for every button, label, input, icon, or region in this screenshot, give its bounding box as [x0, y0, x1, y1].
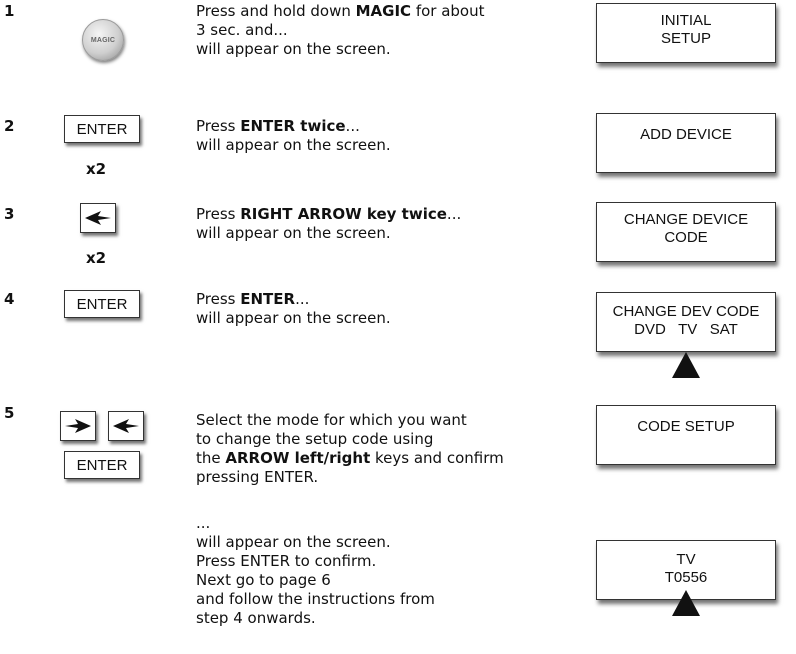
step-2-text-post: ...: [345, 117, 360, 135]
step-4-text-pre: Press: [196, 290, 241, 308]
step-1-text-bold: MAGIC: [355, 2, 412, 20]
enter-key: ENTER: [64, 115, 140, 143]
screen-display-step-1: INITIAL SETUP: [596, 3, 776, 63]
step-1-text-line2: 3 sec. and...: [196, 21, 288, 39]
screen-display-step-4: CHANGE DEV CODE DVD TV SAT: [596, 292, 776, 352]
screen-display-step-2: ADD DEVICE: [596, 113, 776, 173]
right-arrow-key: [108, 411, 144, 441]
continuation-line: Press ENTER to confirm.: [196, 552, 377, 570]
screen-line: INITIAL: [660, 12, 712, 29]
step-4-text-line2: will appear on the screen.: [196, 309, 391, 327]
step-3-text-post: ...: [446, 205, 462, 223]
step-2-text-pre: Press: [196, 117, 241, 135]
step-number-4: 4: [4, 290, 15, 308]
step-1-instruction: Press and hold down MAGIC for about 3 se…: [196, 2, 485, 59]
screen-line: T0556: [664, 569, 708, 586]
magic-button-label: MAGIC: [90, 36, 116, 44]
step-3-text-line2: will appear on the screen.: [196, 224, 391, 242]
step-5-text-post: keys and confirm: [370, 449, 504, 467]
step-4-instruction: Press ENTER... will appear on the screen…: [196, 290, 391, 328]
selection-pointer-icon: [672, 590, 700, 616]
step-1-text-pre: Press and hold down: [196, 2, 356, 20]
step-2-text-line2: will appear on the screen.: [196, 136, 391, 154]
step-5-text-line4: pressing ENTER.: [196, 468, 319, 486]
step-3-text-pre: Press: [196, 205, 241, 223]
step-number-2: 2: [4, 117, 15, 135]
step-2-instruction: Press ENTER twice... will appear on the …: [196, 117, 391, 155]
step-3-text-bold: RIGHT ARROW key twice: [240, 205, 447, 223]
screen-display-step-3: CHANGE DEVICE CODE: [596, 202, 776, 262]
continuation-line: step 4 onwards.: [196, 609, 316, 627]
screen-line: CODE SETUP: [637, 418, 735, 435]
step-1-text-post: for about: [411, 2, 485, 20]
continuation-text: ... will appear on the screen. Press ENT…: [196, 514, 435, 628]
magic-button: MAGIC: [82, 19, 124, 61]
step-4-text-post: ...: [295, 290, 310, 308]
screen-line: TV: [676, 551, 696, 568]
step-5-text-line1: Select the mode for which you want: [196, 411, 467, 429]
screen-line: ADD DEVICE: [640, 126, 732, 143]
screen-line: CODE: [664, 229, 708, 246]
continuation-line: will appear on the screen.: [196, 533, 391, 551]
continuation-line: Next go to page 6: [196, 571, 331, 589]
step-number-3: 3: [4, 205, 15, 223]
step-3-instruction: Press RIGHT ARROW key twice... will appe…: [196, 205, 461, 243]
screen-line: CHANGE DEVICE: [623, 211, 749, 228]
left-arrow-key: [60, 411, 96, 441]
left-arrow-icon: [65, 419, 91, 433]
step-5-text-line2: to change the setup code using: [196, 430, 434, 448]
step-5-text-pre: the: [196, 449, 226, 467]
step-4-text-bold: ENTER: [240, 290, 296, 308]
screen-line: DVD TV SAT: [634, 321, 738, 338]
multiplier-label: x2: [86, 160, 107, 178]
step-5-text-bold: ARROW left/right: [225, 449, 371, 467]
screen-display-step-5: CODE SETUP: [596, 405, 776, 465]
step-5-instruction: Select the mode for which you want to ch…: [196, 411, 504, 487]
screen-line: SETUP: [660, 30, 711, 47]
right-arrow-key: [80, 203, 116, 233]
selection-pointer-icon: [672, 352, 700, 378]
step-1-text-line3: will appear on the screen.: [196, 40, 391, 58]
step-number-1: 1: [4, 2, 15, 20]
continuation-line: ...: [196, 514, 211, 532]
screen-line: CHANGE DEV CODE: [612, 303, 760, 320]
multiplier-label: x2: [86, 249, 107, 267]
continuation-line: and follow the instructions from: [196, 590, 435, 608]
step-2-text-bold: ENTER twice: [240, 117, 346, 135]
right-arrow-icon: [85, 211, 111, 225]
enter-key: ENTER: [64, 290, 140, 318]
enter-key: ENTER: [64, 451, 140, 479]
step-number-5: 5: [4, 404, 15, 422]
right-arrow-icon: [113, 419, 139, 433]
